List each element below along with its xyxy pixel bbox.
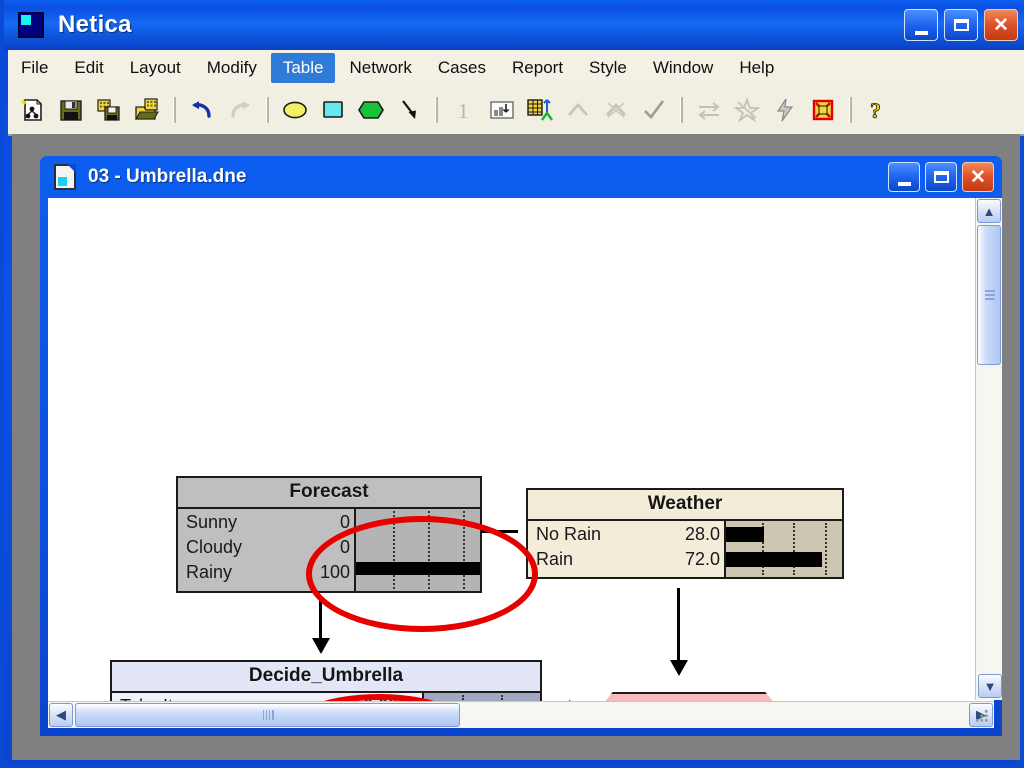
toolbar: 1 ? xyxy=(8,86,1024,136)
help-icon[interactable]: ? xyxy=(859,91,897,129)
show-beliefs-icon[interactable] xyxy=(483,91,521,129)
utility-node-icon[interactable] xyxy=(352,91,390,129)
state-value: 72.0 xyxy=(684,548,720,569)
scroll-up-button[interactable]: ▲ xyxy=(977,199,1001,223)
node-weather[interactable]: Weather No Rain 28.0 Rain 72.0 xyxy=(526,488,844,579)
state-label: Cloudy xyxy=(186,536,243,557)
link-tool-icon[interactable] xyxy=(390,91,428,129)
vertical-scroll-track[interactable] xyxy=(977,367,1001,674)
maximize-button[interactable] xyxy=(944,9,978,41)
document-title-bar: 03 - Umbrella.dne ✕ xyxy=(40,156,1002,198)
state-label: No Rain xyxy=(536,524,602,544)
state-label: Rain xyxy=(536,548,574,569)
node-weather-bars xyxy=(724,521,842,577)
svg-text:?: ? xyxy=(870,98,881,123)
window-controls: ✕ xyxy=(904,9,1018,41)
app-title: Netica xyxy=(58,11,132,38)
close-button[interactable]: ✕ xyxy=(984,9,1018,41)
menu-item-edit[interactable]: Edit xyxy=(62,53,115,83)
menu-item-layout[interactable]: Layout xyxy=(118,53,193,83)
vertical-scrollbar[interactable]: ▲ ▼ xyxy=(975,198,1002,700)
state-label: Sunny xyxy=(186,512,238,532)
undo-icon[interactable] xyxy=(183,91,221,129)
constant-node-icon: 1 xyxy=(445,91,483,129)
node-weather-states: No Rain 28.0 Rain 72.0 xyxy=(528,521,724,577)
node-weather-title: Weather xyxy=(528,490,842,521)
menu-item-modify[interactable]: Modify xyxy=(195,53,269,83)
nature-node-icon[interactable] xyxy=(276,91,314,129)
remove-link-icon xyxy=(597,91,635,129)
horizontal-scroll-track[interactable] xyxy=(460,703,968,727)
menu-item-style[interactable]: Style xyxy=(577,53,639,83)
state-value: 28.0 xyxy=(684,524,720,544)
absorb-node-icon xyxy=(728,91,766,129)
node-decide-umbrella-title: Decide_Umbrella xyxy=(112,662,540,693)
state-bar xyxy=(726,552,823,567)
save-icon[interactable] xyxy=(52,91,90,129)
menu-item-window[interactable]: Window xyxy=(641,53,725,83)
save-as-icon[interactable] xyxy=(90,91,128,129)
menu-item-table[interactable]: Table xyxy=(270,53,336,83)
menu-bar: File Edit Layout Modify Table Network Ca… xyxy=(8,50,1024,87)
state-bar xyxy=(726,527,765,542)
document-icon xyxy=(54,164,76,190)
check-icon[interactable] xyxy=(635,91,673,129)
menu-item-cases[interactable]: Cases xyxy=(426,53,498,83)
doc-maximize-button[interactable] xyxy=(925,162,957,192)
new-network-icon[interactable] xyxy=(14,91,52,129)
menu-item-report[interactable]: Report xyxy=(500,53,575,83)
table-edit-icon[interactable] xyxy=(521,91,559,129)
doc-close-button[interactable]: ✕ xyxy=(962,162,994,192)
open-icon[interactable] xyxy=(128,91,166,129)
menu-item-help[interactable]: Help xyxy=(727,53,786,83)
link-forecast-decide-arrowhead xyxy=(312,638,330,654)
doc-minimize-button[interactable] xyxy=(888,162,920,192)
state-row: No Rain 28.0 xyxy=(528,522,724,547)
document-window: 03 - Umbrella.dne ✕ Forecast Sunny 0 Clo… xyxy=(40,156,1002,736)
horizontal-scroll-thumb[interactable] xyxy=(75,703,460,727)
scroll-left-button[interactable]: ◀ xyxy=(49,703,73,727)
reverse-link-icon xyxy=(690,91,728,129)
horizontal-scrollbar[interactable]: ◀ ▶ xyxy=(48,701,994,728)
menu-item-file[interactable]: File xyxy=(9,53,60,83)
optimize-icon[interactable] xyxy=(804,91,842,129)
redo-icon xyxy=(221,91,259,129)
add-link-icon xyxy=(559,91,597,129)
vertical-scroll-thumb[interactable] xyxy=(977,225,1001,365)
mdi-client-area: 03 - Umbrella.dne ✕ Forecast Sunny 0 Clo… xyxy=(12,134,1020,760)
document-window-controls: ✕ xyxy=(888,162,994,192)
document-title: 03 - Umbrella.dne xyxy=(88,166,247,187)
minimize-button[interactable] xyxy=(904,9,938,41)
menu-item-network[interactable]: Network xyxy=(337,53,423,83)
network-canvas[interactable]: Forecast Sunny 0 Cloudy 0 Rainy 100 Weat… xyxy=(48,198,994,728)
node-forecast-title: Forecast xyxy=(178,478,480,509)
link-weather-satisfaction-arrowhead xyxy=(670,660,688,676)
svg-text:1: 1 xyxy=(458,99,469,123)
resize-grip[interactable] xyxy=(972,706,992,726)
decision-node-icon[interactable] xyxy=(314,91,352,129)
netica-logo-icon xyxy=(18,12,44,38)
state-label: Rainy xyxy=(186,561,233,582)
title-bar: Netica ✕ xyxy=(4,0,1024,50)
state-row: Sunny 0 xyxy=(178,510,354,535)
link-weather-satisfaction xyxy=(677,588,680,666)
node-weather-body: No Rain 28.0 Rain 72.0 xyxy=(528,521,842,577)
red-ellipse-forecast xyxy=(306,516,538,632)
scroll-down-button[interactable]: ▼ xyxy=(978,674,1002,698)
compile-icon[interactable] xyxy=(766,91,804,129)
application-window: Netica ✕ File Edit Layout Modify Table N… xyxy=(0,0,1024,768)
state-row: Rain 72.0 xyxy=(528,547,724,572)
